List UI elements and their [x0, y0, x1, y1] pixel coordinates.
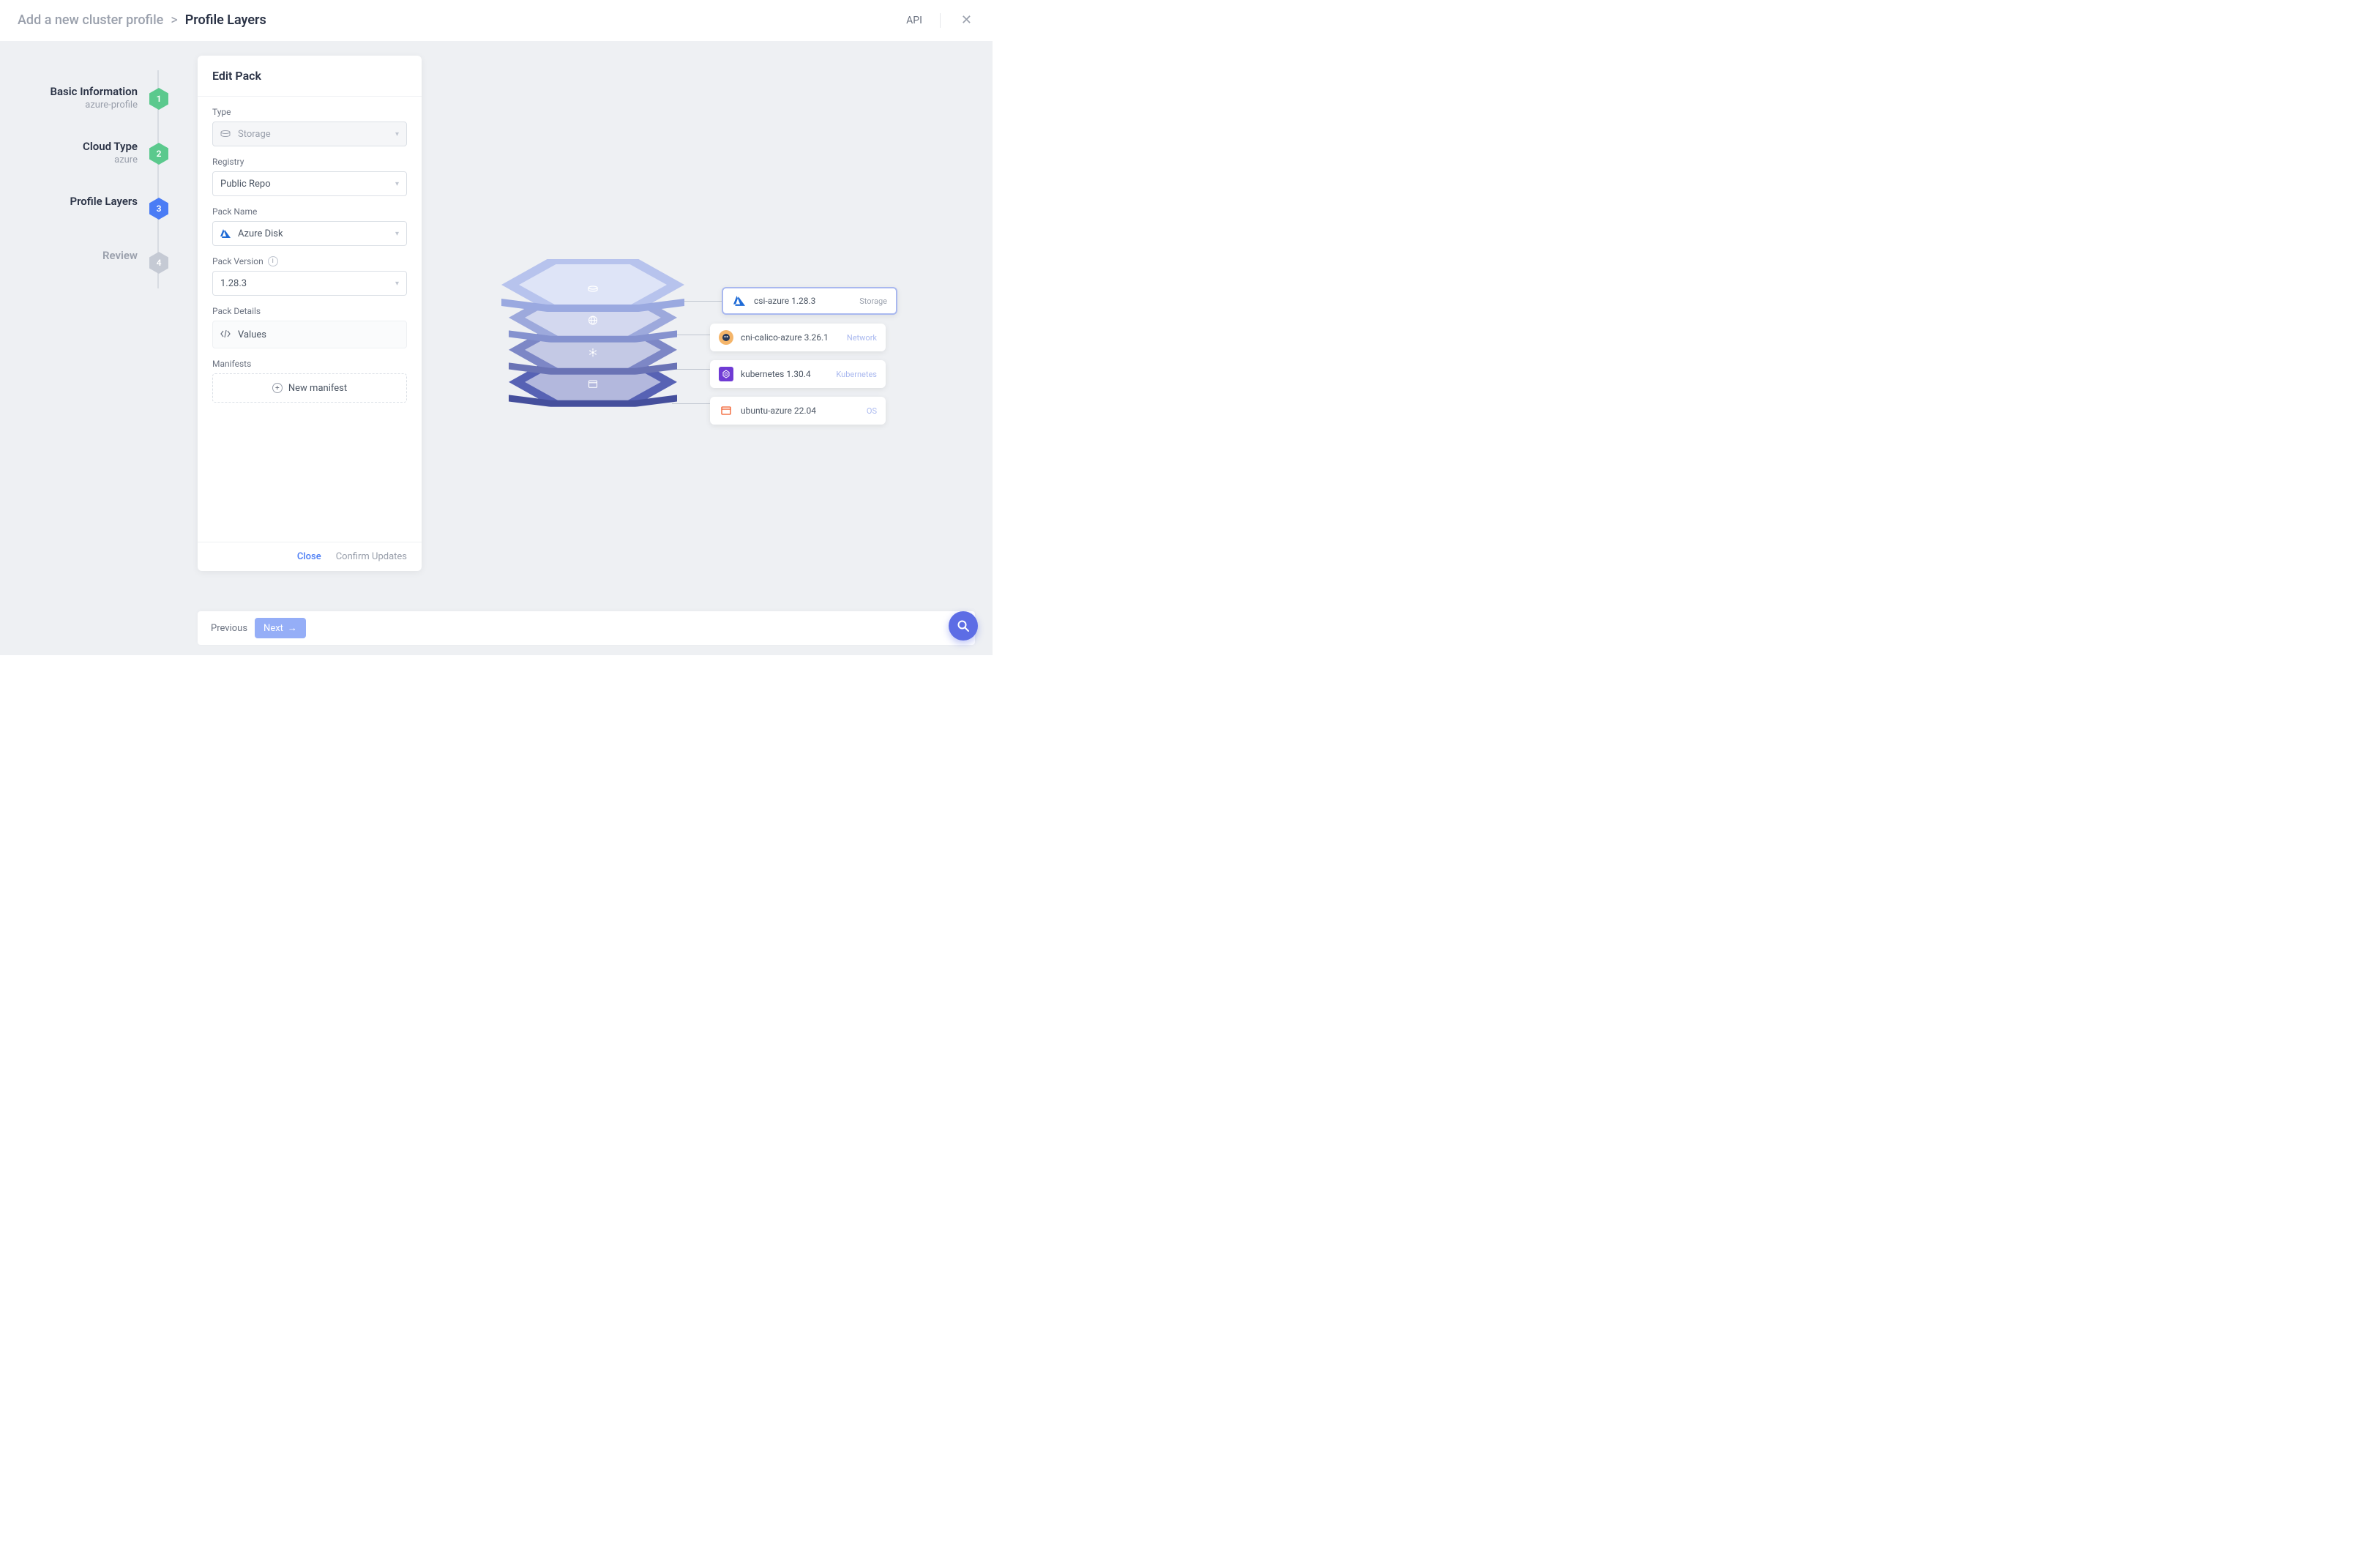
layer-category: OS	[867, 406, 877, 416]
main-content: Edit Pack Type Storage ▾ Registry	[198, 41, 993, 655]
packversion-value: 1.28.3	[220, 278, 247, 289]
globe-icon	[588, 316, 598, 328]
layer-card-storage[interactable]: csi-azure 1.28.3 Storage	[722, 287, 897, 315]
layer-name: ubuntu-azure 22.04	[741, 406, 816, 416]
step-badge: 1	[149, 88, 168, 110]
kubernetes-icon	[719, 367, 733, 381]
calico-icon	[719, 330, 733, 345]
breadcrumb: Add a new cluster profile > Profile Laye…	[18, 12, 266, 28]
window-icon	[588, 380, 598, 391]
wizard-sidebar: Basic Information azure-profile 1 Cloud …	[0, 41, 198, 655]
layer-name: csi-azure 1.28.3	[754, 296, 815, 306]
close-button[interactable]: Close	[297, 551, 321, 562]
stack-layer-storage[interactable]	[501, 275, 684, 310]
stack-layer-os[interactable]	[509, 373, 677, 406]
search-icon	[957, 619, 970, 632]
header: Add a new cluster profile > Profile Laye…	[0, 0, 993, 41]
step-title: Review	[102, 249, 138, 262]
step-badge: 2	[149, 143, 168, 165]
confirm-updates-button[interactable]: Confirm Updates	[336, 551, 407, 562]
breadcrumb-separator: >	[171, 12, 177, 28]
packdetails-label: Pack Details	[212, 306, 407, 316]
registry-value: Public Repo	[220, 179, 271, 190]
info-icon[interactable]: i	[268, 256, 278, 266]
layer-category: Storage	[859, 296, 887, 306]
storage-icon	[220, 129, 231, 139]
packname-select[interactable]: Azure Disk ▾	[212, 221, 407, 246]
disk-icon	[587, 283, 599, 296]
layer-card-kubernetes[interactable]: kubernetes 1.30.4 Kubernetes	[710, 360, 886, 388]
step-review[interactable]: Review 4	[0, 234, 198, 288]
layer-category: Kubernetes	[836, 370, 877, 379]
step-profile-layers[interactable]: Profile Layers 3	[0, 180, 198, 234]
plus-circle-icon: +	[272, 383, 283, 393]
code-icon	[220, 329, 231, 340]
new-manifest-button[interactable]: + New manifest	[212, 373, 407, 403]
step-basic-information[interactable]: Basic Information azure-profile 1	[0, 70, 198, 125]
layer-card-os[interactable]: ubuntu-azure 22.04 OS	[710, 397, 886, 425]
packname-value: Azure Disk	[238, 228, 283, 239]
wizard-footer: Previous Next →	[198, 611, 975, 645]
new-manifest-label: New manifest	[288, 383, 347, 394]
previous-button[interactable]: Previous	[211, 623, 247, 634]
step-subtitle: azure-profile	[50, 100, 138, 111]
layer-stack-visual	[490, 275, 695, 444]
step-title: Profile Layers	[70, 195, 138, 208]
values-row[interactable]: Values	[212, 321, 407, 348]
chevron-down-icon: ▾	[395, 280, 399, 288]
step-badge: 3	[149, 198, 168, 220]
type-label: Type	[212, 107, 407, 117]
packversion-select[interactable]: 1.28.3 ▾	[212, 271, 407, 296]
step-title: Cloud Type	[83, 140, 138, 153]
header-divider	[940, 13, 941, 28]
next-button[interactable]: Next →	[255, 618, 306, 638]
stack-layer-network[interactable]	[509, 309, 677, 341]
registry-select[interactable]: Public Repo ▾	[212, 171, 407, 196]
panel-title: Edit Pack	[198, 56, 422, 97]
manifests-label: Manifests	[212, 359, 407, 369]
values-label: Values	[238, 329, 266, 340]
step-subtitle: azure	[83, 154, 138, 165]
layer-card-network[interactable]: cni-calico-azure 3.26.1 Network	[710, 324, 886, 351]
azure-icon	[220, 228, 231, 239]
breadcrumb-current: Profile Layers	[185, 12, 266, 28]
chevron-down-icon: ▾	[395, 230, 399, 238]
packname-label: Pack Name	[212, 206, 407, 217]
arrow-right-icon: →	[288, 622, 297, 634]
step-cloud-type[interactable]: Cloud Type azure 2	[0, 125, 198, 180]
layer-category: Network	[847, 333, 877, 343]
azure-icon	[732, 294, 747, 308]
api-link[interactable]: API	[906, 15, 922, 26]
chevron-down-icon: ▾	[395, 180, 399, 188]
close-icon[interactable]: ✕	[958, 10, 975, 31]
type-select: Storage ▾	[212, 122, 407, 146]
packversion-label: Pack Version i	[212, 256, 407, 266]
registry-label: Registry	[212, 157, 407, 167]
layer-name: cni-calico-azure 3.26.1	[741, 332, 829, 343]
chevron-down-icon: ▾	[395, 130, 399, 138]
stack-layer-kubernetes[interactable]	[509, 341, 677, 373]
search-fab[interactable]	[949, 611, 978, 641]
breadcrumb-prev[interactable]: Add a new cluster profile	[18, 12, 163, 28]
type-value: Storage	[238, 129, 271, 140]
helm-icon	[588, 348, 598, 360]
edit-pack-panel: Edit Pack Type Storage ▾ Registry	[198, 56, 422, 571]
step-badge: 4	[149, 252, 168, 274]
ubuntu-icon	[719, 403, 733, 418]
step-title: Basic Information	[50, 85, 138, 98]
layer-name: kubernetes 1.30.4	[741, 369, 811, 379]
layer-cards: csi-azure 1.28.3 Storage cni-calico-azur…	[710, 287, 897, 425]
